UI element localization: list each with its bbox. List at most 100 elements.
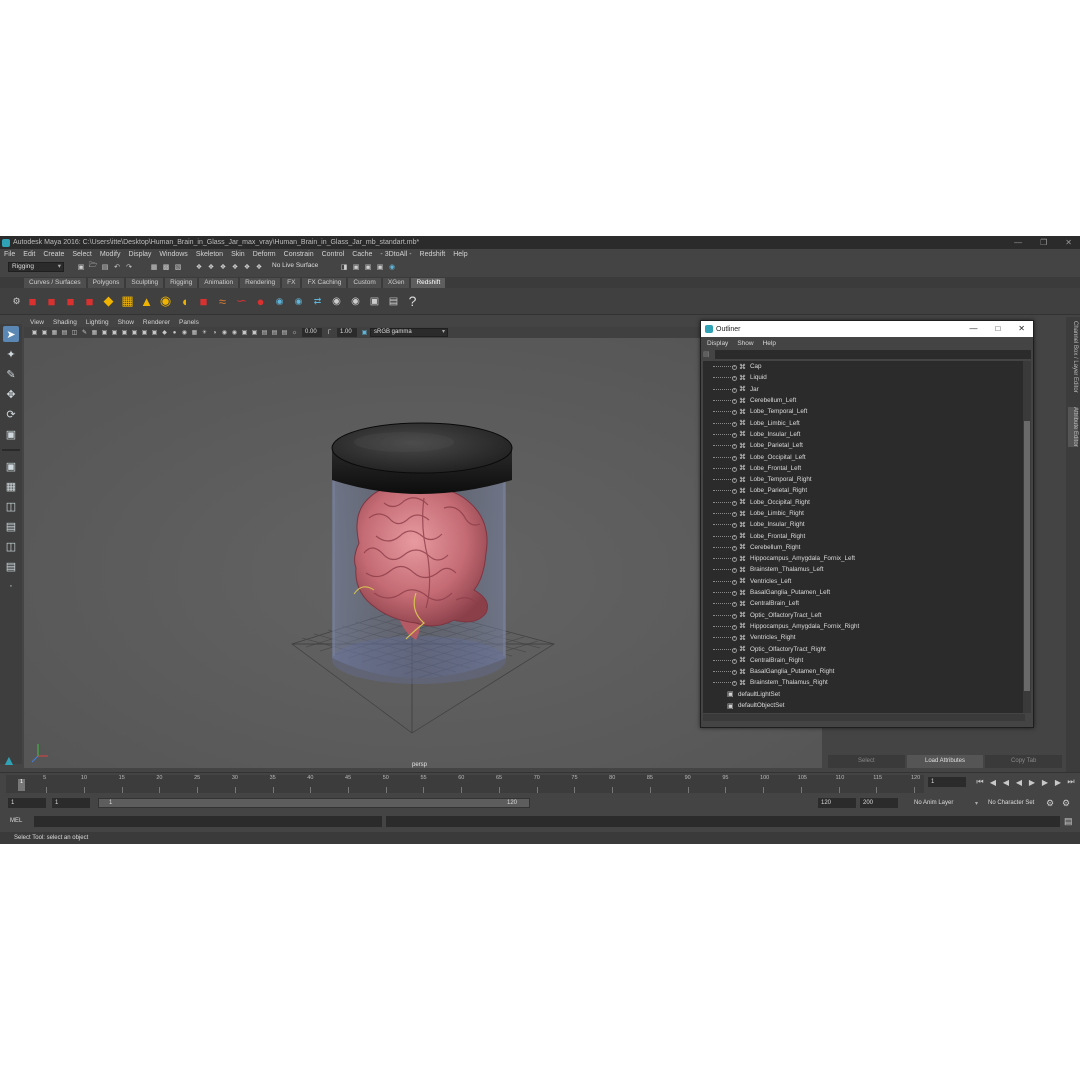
outliner-item[interactable]: ⌘ Hippocampus_Amygdala_Fornix_Right <box>703 621 1023 632</box>
snap-curve-icon[interactable]: ❖ <box>206 262 216 272</box>
outliner-item[interactable]: ⌘ Ventricles_Left <box>703 576 1023 587</box>
menu-control[interactable]: Control <box>322 251 345 258</box>
viewport-menu-shading[interactable]: Shading <box>53 319 77 326</box>
grid-toggle-icon[interactable]: ▦ <box>90 328 99 337</box>
save-scene-icon[interactable]: ▤ <box>100 262 110 272</box>
playback-start-field[interactable]: 1 <box>52 798 90 808</box>
hierarchy-connector[interactable] <box>713 432 737 438</box>
outliner-item[interactable]: ⌘ Brainstem_Thalamus_Left <box>703 564 1023 575</box>
menu-set-dropdown[interactable]: Rigging ▾ <box>8 261 64 272</box>
script-editor-icon[interactable]: ▤ <box>1064 816 1073 827</box>
outliner-item[interactable]: ⌘ Lobe_Frontal_Right <box>703 530 1023 541</box>
menu-deform[interactable]: Deform <box>253 251 276 258</box>
redshift-doc-icon[interactable]: ▤ <box>385 293 402 310</box>
redshift-rvwindow-icon[interactable]: ▣ <box>366 293 383 310</box>
hierarchy-connector[interactable] <box>713 478 737 484</box>
restore-button[interactable]: ❐ <box>1040 236 1047 249</box>
move-tool-icon[interactable]: ✥ <box>3 386 19 402</box>
undo-icon[interactable]: ↶ <box>112 262 122 272</box>
outliner-horizontal-scrollbar[interactable] <box>703 714 1025 721</box>
render-settings-icon[interactable]: ◨ <box>339 262 349 272</box>
single-view-icon[interactable]: ▣ <box>3 458 19 474</box>
menu-skeleton[interactable]: Skeleton <box>196 251 223 258</box>
menu-cache[interactable]: Cache <box>352 251 372 258</box>
field-chart-icon[interactable]: ▣ <box>130 328 139 337</box>
step-back-frame-icon[interactable]: ◀ <box>1001 778 1011 787</box>
outliner-item[interactable]: ⌘ Lobe_Insular_Left <box>703 429 1023 440</box>
textured-icon[interactable]: ▦ <box>190 328 199 337</box>
redo-icon[interactable]: ↷ <box>124 262 134 272</box>
outliner-item[interactable]: ⌘ Lobe_Limbic_Left <box>703 417 1023 428</box>
redshift-material-icon[interactable]: ■ <box>195 293 212 310</box>
redshift-ipr-icon[interactable]: ■ <box>62 293 79 310</box>
side-by-side-icon[interactable]: ◫ <box>3 498 19 514</box>
step-back-key-icon[interactable]: ◀ <box>988 778 998 787</box>
bookmarks-icon[interactable]: ▦ <box>50 328 59 337</box>
resolution-gate-icon[interactable]: ▣ <box>110 328 119 337</box>
hierarchy-connector[interactable] <box>713 545 737 551</box>
redshift-hair-icon[interactable]: ≈ <box>214 293 231 310</box>
menu-help[interactable]: Help <box>453 251 467 258</box>
hierarchy-connector[interactable] <box>713 512 737 517</box>
layout-more-icon[interactable]: ▤ <box>3 558 19 574</box>
range-slider[interactable]: 1 120 <box>98 798 530 808</box>
outliner-item[interactable]: ⌘ Lobe_Temporal_Left <box>703 406 1023 417</box>
go-to-start-icon[interactable]: ⏮ <box>975 777 985 787</box>
hierarchy-connector[interactable] <box>713 602 737 608</box>
outliner-item[interactable]: ⌘ Cerebellum_Right <box>703 542 1023 553</box>
outliner-maximize-button[interactable]: □ <box>995 321 1000 337</box>
redshift-sphere-icon[interactable]: ● <box>252 293 269 310</box>
menu-windows[interactable]: Windows <box>159 251 187 258</box>
viewport-menu-lighting[interactable]: Lighting <box>86 319 109 326</box>
attribute-editor-tab[interactable]: Attribute Editor <box>1068 407 1078 447</box>
shelf-settings-icon[interactable]: ⚙ <box>8 293 25 310</box>
tab-fx[interactable]: FX <box>282 278 301 288</box>
auto-key-icon[interactable]: ⚙ <box>1046 798 1054 809</box>
tab-polygons[interactable]: Polygons <box>87 278 125 288</box>
select-tool-icon[interactable]: ➤ <box>3 326 19 342</box>
menu-file[interactable]: File <box>4 251 15 258</box>
animation-end-field[interactable]: 200 <box>860 798 898 808</box>
channel-box-tab[interactable]: Channel Box / Layer Editor <box>1068 321 1078 393</box>
hierarchy-connector[interactable] <box>713 410 737 416</box>
hypershade-icon[interactable]: ◉ <box>387 262 397 272</box>
viewport-menu-renderer[interactable]: Renderer <box>143 319 170 326</box>
live-surface-field[interactable]: No Live Surface <box>269 261 325 272</box>
menu-select[interactable]: Select <box>72 251 91 258</box>
filter-icon[interactable]: ▤ <box>703 350 713 358</box>
menu-edit[interactable]: Edit <box>23 251 35 258</box>
menu-modify[interactable]: Modify <box>100 251 121 258</box>
exposure-field[interactable]: 0.00 <box>302 328 322 337</box>
outliner-item[interactable]: ⌘ Brainstem_Thalamus_Right <box>703 677 1023 688</box>
snap-live-icon[interactable]: ❖ <box>254 262 264 272</box>
scale-tool-icon[interactable]: ▣ <box>3 426 19 442</box>
redshift-area-light-icon[interactable]: ◉ <box>157 293 174 310</box>
redshift-pr3-icon[interactable]: ⇄ <box>309 293 326 310</box>
tab-custom[interactable]: Custom <box>348 278 381 288</box>
select-button[interactable]: Select <box>828 755 905 768</box>
step-forward-key-icon[interactable]: ▶ <box>1053 778 1063 787</box>
copy-tab-button[interactable]: Copy Tab <box>985 755 1063 768</box>
redshift-pr-icon[interactable]: ◉ <box>271 293 288 310</box>
hierarchy-connector[interactable] <box>713 557 737 563</box>
redshift-dome-light-icon[interactable]: ◖ <box>176 293 193 310</box>
outliner-item[interactable]: ⌘ Optic_OlfactoryTract_Right <box>703 643 1023 654</box>
outliner-item[interactable]: ⌘ Lobe_Limbic_Right <box>703 508 1023 519</box>
snap-view-icon[interactable]: ❖ <box>230 262 240 272</box>
four-view-icon[interactable]: ▦ <box>3 478 19 494</box>
depth-of-field-icon[interactable]: ▣ <box>250 328 259 337</box>
hierarchy-connector[interactable] <box>713 568 737 574</box>
outliner-item[interactable]: ⌘ Optic_OlfactoryTract_Left <box>703 610 1023 621</box>
select-hierarchy-icon[interactable]: ▦ <box>149 262 159 272</box>
open-scene-icon[interactable]: 🗁 <box>88 262 98 272</box>
hierarchy-connector[interactable] <box>713 613 737 619</box>
outliner-menu-help[interactable]: Help <box>763 340 776 347</box>
hierarchy-connector[interactable] <box>713 681 737 687</box>
hierarchy-connector[interactable] <box>713 399 737 405</box>
minimize-button[interactable]: — <box>1014 236 1022 249</box>
snap-surface-icon[interactable]: ❖ <box>242 262 252 272</box>
hierarchy-connector[interactable] <box>713 489 737 495</box>
mel-input[interactable] <box>34 815 382 827</box>
load-attributes-button[interactable]: Load Attributes <box>906 755 984 768</box>
select-camera-icon[interactable]: ▣ <box>30 328 39 337</box>
